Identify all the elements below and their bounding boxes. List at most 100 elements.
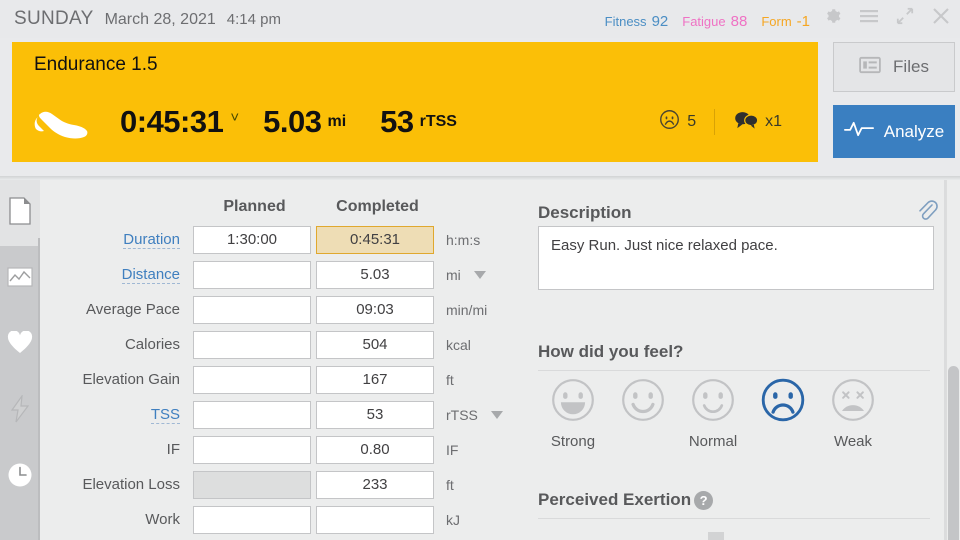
- grin-face-icon: [551, 378, 595, 427]
- unit-label: kJ: [446, 511, 460, 528]
- completed-field[interactable]: 167: [316, 365, 434, 394]
- rpe-group[interactable]: 5: [659, 109, 696, 135]
- stats-row: IF 0.80 IF: [48, 432, 518, 467]
- unit-dropdown-icon[interactable]: [490, 410, 503, 419]
- sidebar-item-heart-rate[interactable]: [0, 312, 40, 378]
- completed-field[interactable]: 09:03: [316, 295, 434, 324]
- fatigue-label: Fatigue: [682, 14, 726, 29]
- chevron-down-icon[interactable]: ˅: [230, 109, 239, 126]
- performance-metrics: Fitness 92 Fatigue 88 Form -1: [605, 13, 810, 30]
- completed-field[interactable]: 0:45:31: [316, 225, 434, 254]
- feeling-option-strong[interactable]: Strong: [538, 378, 608, 450]
- top-bar: SUNDAY March 28, 2021 4:14 pm Fitness 92…: [0, 0, 960, 38]
- waveform-icon: [843, 120, 874, 143]
- stats-row-label: Calories: [124, 336, 180, 353]
- sidebar-edge: [38, 238, 40, 540]
- stats-row-label[interactable]: Distance: [121, 266, 180, 284]
- unit-cell: min/mi: [434, 302, 513, 318]
- unit-label: ft: [446, 371, 454, 388]
- analyze-button[interactable]: Analyze: [833, 105, 955, 158]
- page-icon: [8, 196, 32, 230]
- stats-row-label-cell: Work: [48, 511, 193, 528]
- stats-row-label-cell: Elevation Loss: [48, 476, 193, 493]
- feeling-option-4[interactable]: [748, 378, 818, 450]
- rpe-value: 5: [687, 113, 697, 130]
- unit-cell: ft: [434, 372, 513, 388]
- completed-field[interactable]: 233: [316, 470, 434, 499]
- question-mark-icon[interactable]: ?: [694, 490, 714, 510]
- feeling-option-2[interactable]: [608, 378, 678, 450]
- banner-duration: 0:45:31: [120, 104, 224, 139]
- banner-distance: 5.03: [263, 104, 322, 139]
- stats-row-label: Elevation Loss: [82, 476, 180, 493]
- planned-field[interactable]: [193, 505, 311, 534]
- unit-dropdown-icon[interactable]: [473, 270, 486, 279]
- paperclip-icon[interactable]: [916, 198, 938, 227]
- clock-icon: [7, 462, 33, 493]
- completed-field[interactable]: 0.80: [316, 435, 434, 464]
- sidebar-item-chart[interactable]: [0, 246, 40, 312]
- expand-icon[interactable]: [894, 5, 916, 27]
- completed-field[interactable]: [316, 505, 434, 534]
- feeling-option-normal[interactable]: Normal: [678, 378, 748, 450]
- dead-face-icon: [831, 378, 875, 427]
- menu-icon[interactable]: [858, 5, 880, 27]
- comment-group[interactable]: x1: [733, 110, 782, 134]
- unit-label: mi: [446, 266, 461, 283]
- file-list-icon: [859, 56, 881, 79]
- gear-icon[interactable]: [822, 5, 844, 27]
- workout-time: 4:14 pm: [226, 11, 281, 28]
- unit-label: ft: [446, 476, 454, 493]
- stats-row-label[interactable]: TSS: [150, 406, 180, 424]
- files-button[interactable]: Files: [833, 42, 955, 92]
- right-panel: Description Easy Run. Just nice relaxed …: [528, 180, 948, 540]
- perceived-exertion-divider: [538, 518, 930, 519]
- planned-field[interactable]: [193, 330, 311, 359]
- fatigue-value: 88: [730, 13, 748, 30]
- stats-row-label-cell: TSS: [48, 406, 193, 424]
- fitness-label: Fitness: [604, 14, 647, 29]
- banner-distance-unit: mi: [327, 113, 347, 130]
- unit-cell: IF: [434, 442, 513, 458]
- workout-banner[interactable]: Endurance 1.5 0:45:31 ˅ 5.03 mi 53 rTSS: [12, 42, 818, 162]
- detail-body: Planned Completed Duration 1:30:00 0:45:31…: [0, 180, 960, 540]
- planned-field[interactable]: 1:30:00: [193, 225, 311, 254]
- comment-count: x1: [765, 113, 782, 130]
- stats-row-label-cell: Calories: [48, 336, 193, 353]
- description-title: Description: [538, 202, 632, 222]
- stats-row-label: Average Pace: [86, 301, 180, 318]
- stats-row-label-cell: Distance: [48, 266, 193, 284]
- perceived-exertion-header: Perceived Exertion ?: [538, 490, 714, 510]
- unit-label: h:m:s: [446, 231, 481, 248]
- sidebar-item-power[interactable]: [0, 378, 40, 444]
- completed-field[interactable]: 53: [316, 400, 434, 429]
- planned-field[interactable]: [193, 365, 311, 394]
- description-text[interactable]: Easy Run. Just nice relaxed pace.: [538, 226, 934, 290]
- sidebar-item-time[interactable]: [0, 444, 40, 510]
- planned-column-header: Planned: [223, 198, 286, 215]
- scrollbar-track[interactable]: [946, 180, 960, 540]
- completed-field[interactable]: 504: [316, 330, 434, 359]
- unit-cell: kJ: [434, 512, 513, 528]
- planned-field[interactable]: [193, 295, 311, 324]
- date-block: SUNDAY March 28, 2021 4:14 pm: [0, 8, 281, 30]
- close-icon[interactable]: [930, 5, 952, 27]
- perceived-exertion-content-peek: [708, 532, 724, 540]
- feeling-option-weak[interactable]: Weak: [818, 378, 888, 450]
- banner-tss-unit: rTSS: [419, 113, 457, 130]
- completed-field[interactable]: 5.03: [316, 260, 434, 289]
- sidebar-item-summary[interactable]: [0, 180, 40, 246]
- stats-row-label[interactable]: Duration: [123, 231, 180, 249]
- planned-field[interactable]: [193, 400, 311, 429]
- scrollbar-thumb[interactable]: [948, 366, 959, 540]
- unit-cell: mi: [434, 267, 513, 283]
- left-sidebar: [0, 180, 40, 540]
- stats-row-label-cell: Average Pace: [48, 301, 193, 318]
- workout-date: March 28, 2021: [104, 11, 216, 28]
- planned-field[interactable]: [193, 260, 311, 289]
- feeling-options: Strong Normal Weak: [538, 378, 938, 450]
- stats-row: Distance 5.03 mi: [48, 257, 518, 292]
- perceived-exertion-title: Perceived Exertion: [538, 490, 692, 509]
- planned-field[interactable]: [193, 435, 311, 464]
- workout-detail-window: SUNDAY March 28, 2021 4:14 pm Fitness 92…: [0, 0, 960, 540]
